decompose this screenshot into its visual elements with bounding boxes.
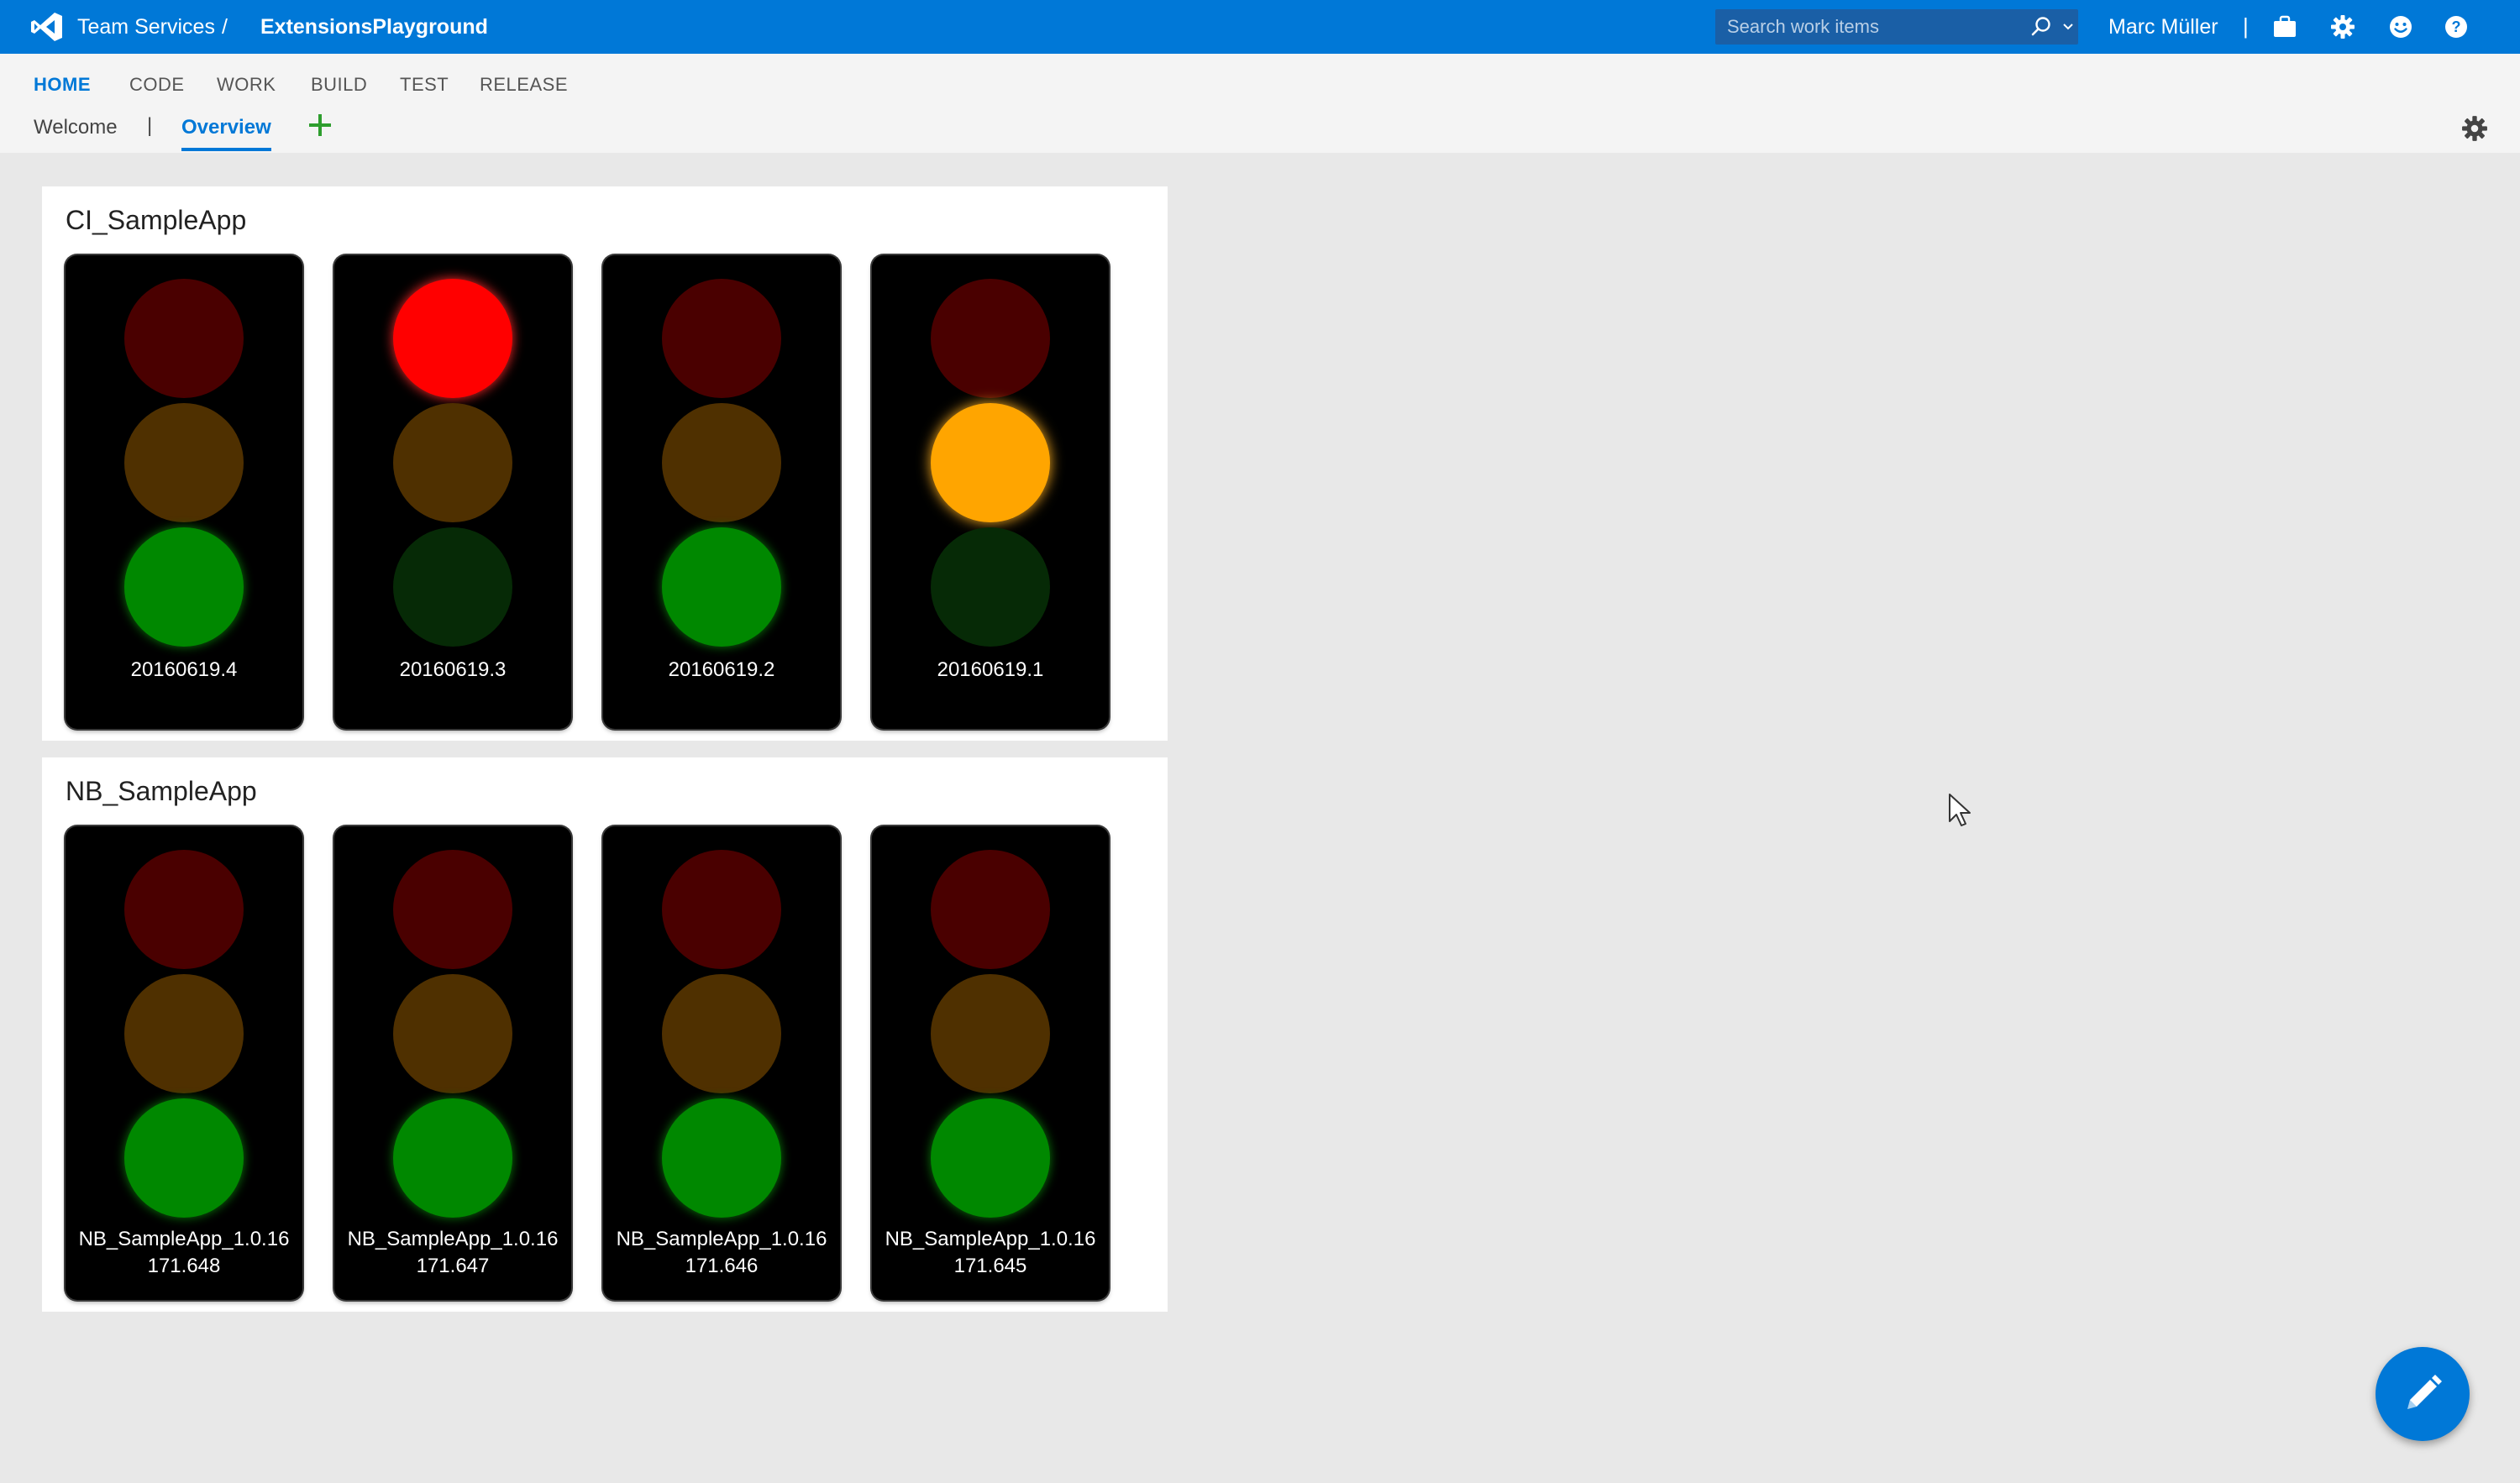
build-number-line1: NB_SampleApp_1.0.16	[347, 1228, 559, 1250]
hub-release[interactable]: RELEASE	[480, 74, 568, 96]
green-light	[124, 1098, 244, 1218]
yellow-light	[662, 974, 781, 1093]
traffic-light[interactable]: 20160619.4	[66, 255, 302, 729]
red-light	[662, 850, 781, 969]
red-light	[393, 279, 512, 398]
hub-navigation	[0, 54, 2520, 153]
traffic-light[interactable]: NB_SampleApp_1.0.16 171.646	[603, 826, 840, 1300]
red-light	[124, 279, 244, 398]
add-dashboard-icon[interactable]	[307, 113, 333, 138]
yellow-light	[124, 974, 244, 1093]
yellow-light	[393, 403, 512, 522]
red-light	[931, 279, 1050, 398]
build-number: NB_SampleApp_1.0.16 171.646	[603, 1226, 840, 1280]
tab-separator: |	[147, 114, 153, 137]
breadcrumb-separator: /	[222, 15, 228, 39]
widget-title: CI_SampleApp	[66, 205, 247, 235]
smiley-icon[interactable]	[2386, 12, 2416, 42]
green-light	[662, 1098, 781, 1218]
build-traffic-light-widget-ci[interactable]: CI_SampleApp 20160619.4 20160619.3 20160…	[42, 186, 1168, 741]
green-light	[662, 527, 781, 647]
build-number-line1: NB_SampleApp_1.0.16	[616, 1228, 827, 1250]
user-separator: |	[2243, 13, 2249, 39]
widget-title: NB_SampleApp	[66, 776, 257, 806]
yellow-light	[931, 974, 1050, 1093]
top-bar: Team Services / ExtensionsPlayground Mar…	[0, 0, 2520, 54]
hub-build[interactable]: BUILD	[311, 74, 367, 96]
build-number-line2: 171.647	[416, 1255, 490, 1277]
dashboard-settings-gear-icon[interactable]	[2461, 115, 2488, 142]
build-traffic-light-widget-nb[interactable]: NB_SampleApp NB_SampleApp_1.0.16 171.648…	[42, 757, 1168, 1312]
build-number-line1: NB_SampleApp_1.0.16	[885, 1228, 1096, 1250]
traffic-light[interactable]: NB_SampleApp_1.0.16 171.645	[872, 826, 1109, 1300]
green-light	[931, 1098, 1050, 1218]
hub-work[interactable]: WORK	[217, 74, 276, 96]
green-light	[124, 527, 244, 647]
build-number-line2: 171.646	[685, 1255, 759, 1277]
build-number-line2: 171.645	[953, 1255, 1027, 1277]
shopping-bag-icon[interactable]	[2270, 12, 2300, 42]
yellow-light	[931, 403, 1050, 522]
build-number-line2: 171.648	[147, 1255, 221, 1277]
gear-icon[interactable]	[2328, 12, 2358, 42]
tab-welcome[interactable]: Welcome	[34, 116, 118, 139]
hub-home[interactable]: HOME	[34, 74, 91, 96]
red-light	[124, 850, 244, 969]
project-name-link[interactable]: ExtensionsPlayground	[260, 15, 488, 39]
active-tab-indicator	[181, 148, 271, 151]
pencil-icon	[2407, 1375, 2442, 1409]
build-number: 20160619.3	[399, 658, 507, 681]
build-number: NB_SampleApp_1.0.16 171.648	[66, 1226, 302, 1280]
red-light	[393, 850, 512, 969]
build-number: NB_SampleApp_1.0.16 171.645	[872, 1226, 1109, 1280]
user-name-menu[interactable]: Marc Müller	[2108, 15, 2218, 39]
mouse-cursor-icon	[1949, 794, 1971, 826]
traffic-light[interactable]: NB_SampleApp_1.0.16 171.647	[334, 826, 571, 1300]
red-light	[931, 850, 1050, 969]
traffic-light[interactable]: 20160619.2	[603, 255, 840, 729]
yellow-light	[124, 403, 244, 522]
build-number: 20160619.2	[668, 658, 775, 681]
visual-studio-logo-icon[interactable]	[30, 12, 64, 42]
traffic-light[interactable]: NB_SampleApp_1.0.16 171.648	[66, 826, 302, 1300]
build-number: 20160619.1	[937, 658, 1044, 681]
search-input[interactable]	[1715, 9, 2024, 45]
build-number-line1: NB_SampleApp_1.0.16	[78, 1228, 290, 1250]
build-number: 20160619.4	[130, 658, 238, 681]
team-services-link[interactable]: Team Services	[77, 15, 215, 39]
yellow-light	[393, 974, 512, 1093]
build-number: NB_SampleApp_1.0.16 171.647	[334, 1226, 571, 1280]
tab-overview[interactable]: Overview	[181, 116, 271, 139]
yellow-light	[662, 403, 781, 522]
green-light	[931, 527, 1050, 647]
hub-test[interactable]: TEST	[400, 74, 449, 96]
search-icon[interactable]	[2024, 9, 2058, 45]
traffic-light[interactable]: 20160619.3	[334, 255, 571, 729]
traffic-light[interactable]: 20160619.1	[872, 255, 1109, 729]
help-icon[interactable]: ?	[2441, 12, 2471, 42]
svg-text:?: ?	[2452, 18, 2461, 35]
search-box[interactable]	[1715, 9, 2078, 45]
hub-code[interactable]: CODE	[129, 74, 185, 96]
edit-dashboard-button[interactable]	[2376, 1347, 2470, 1441]
chevron-down-icon[interactable]	[2058, 9, 2078, 45]
green-light	[393, 527, 512, 647]
red-light	[662, 279, 781, 398]
green-light	[393, 1098, 512, 1218]
